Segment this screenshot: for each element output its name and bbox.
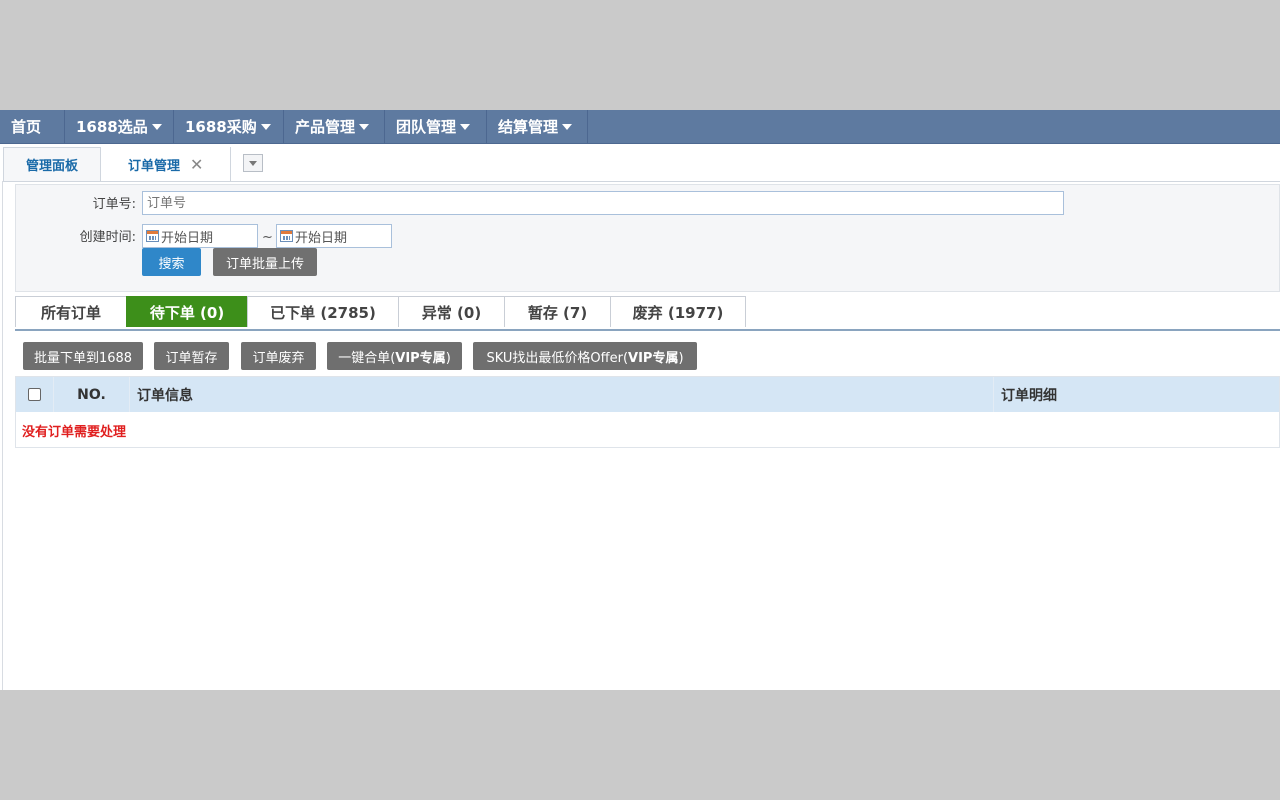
- caret-down-icon: [260, 123, 271, 130]
- order-no-input[interactable]: [142, 191, 1064, 215]
- sku-lowest-offer-suffix: ): [678, 350, 684, 366]
- hold-order-button[interactable]: 订单暂存: [154, 342, 229, 370]
- order-no-label: 订单号:: [92, 197, 136, 212]
- nav-settlement-management[interactable]: 结算管理: [487, 110, 588, 143]
- nav-home-label: 首页: [11, 118, 42, 136]
- select-all-cell: [16, 377, 54, 412]
- tab-discarded-orders[interactable]: 废弃 (1977): [610, 296, 746, 327]
- nav-1688-purchase[interactable]: 1688采购: [174, 110, 284, 143]
- nav-1688-purchase-label: 1688采购: [185, 118, 257, 136]
- calendar-icon: [146, 230, 159, 242]
- nav-team-management[interactable]: 团队管理: [385, 110, 487, 143]
- merge-orders-vip: VIP专属: [395, 350, 446, 366]
- nav-settlement-management-label: 结算管理: [498, 118, 559, 136]
- caret-down-icon: [562, 123, 573, 130]
- sku-lowest-offer-prefix: SKU找出最低价格Offer(: [486, 350, 629, 366]
- tab-pending-orders[interactable]: 待下单 (0): [126, 296, 248, 327]
- tab-dashboard[interactable]: 管理面板: [3, 147, 101, 181]
- end-date-placeholder: 开始日期: [295, 230, 348, 246]
- tab-order-management-label: 订单管理: [128, 158, 181, 174]
- nav-1688-selection[interactable]: 1688选品: [65, 110, 174, 143]
- merge-orders-prefix: 一键合单(: [338, 350, 396, 366]
- tab-all-orders[interactable]: 所有订单: [15, 296, 127, 327]
- tab-exception-orders[interactable]: 异常 (0): [398, 296, 505, 327]
- discard-order-button[interactable]: 订单废弃: [241, 342, 316, 370]
- end-date-field[interactable]: 开始日期: [276, 224, 392, 248]
- column-no: NO.: [54, 377, 130, 412]
- empty-message: 没有订单需要处理: [22, 424, 127, 440]
- orders-table: NO. 订单信息 订单明细 没有订单需要处理: [15, 376, 1280, 448]
- tab-list-dropdown-icon[interactable]: [243, 154, 263, 172]
- caret-down-icon: [151, 123, 162, 130]
- select-all-checkbox[interactable]: [28, 388, 41, 401]
- search-panel: 订单号: 创建时间: 开始日期 ~ 开始日期 搜索 订单批量上传: [15, 184, 1280, 292]
- table-header: NO. 订单信息 订单明细: [16, 377, 1279, 412]
- tab-order-management[interactable]: 订单管理 ✕: [101, 147, 231, 181]
- column-order-detail: 订单明细: [1001, 387, 1057, 404]
- nav-1688-selection-label: 1688选品: [76, 118, 148, 136]
- order-status-tabs: 所有订单 待下单 (0) 已下单 (2785) 异常 (0) 暂存 (7) 废弃…: [15, 296, 1280, 331]
- merge-orders-button[interactable]: 一键合单(VIP专属): [327, 342, 462, 370]
- close-icon[interactable]: ✕: [190, 155, 203, 174]
- search-button[interactable]: 搜索: [142, 248, 201, 276]
- start-date-placeholder: 开始日期: [161, 230, 214, 246]
- sku-lowest-offer-button[interactable]: SKU找出最低价格Offer(VIP专属): [473, 342, 697, 370]
- merge-orders-suffix: ): [445, 350, 451, 366]
- nav-team-management-label: 团队管理: [396, 118, 457, 136]
- content-border: [2, 181, 3, 690]
- caret-down-icon: [460, 123, 471, 130]
- start-date-field[interactable]: 开始日期: [142, 224, 258, 248]
- top-nav: 首页 1688选品 1688采购 产品管理 团队管理 结算管理: [0, 110, 1280, 144]
- caret-down-icon: [359, 123, 370, 130]
- date-range-separator: ~: [262, 230, 273, 245]
- page-tab-strip: 管理面板 订单管理 ✕: [3, 147, 1280, 182]
- app-window: 首页 1688选品 1688采购 产品管理 团队管理 结算管理 管理面板 订单管…: [0, 110, 1280, 690]
- nav-product-management-label: 产品管理: [295, 118, 356, 136]
- calendar-icon: [280, 230, 293, 242]
- sku-lowest-offer-vip: VIP专属: [628, 350, 679, 366]
- column-order-info: 订单信息: [130, 377, 994, 412]
- batch-upload-button[interactable]: 订单批量上传: [213, 248, 317, 276]
- tab-held-orders[interactable]: 暂存 (7): [504, 296, 611, 327]
- tab-dashboard-label: 管理面板: [25, 159, 78, 174]
- tab-placed-orders[interactable]: 已下单 (2785): [247, 296, 399, 327]
- batch-order-1688-button[interactable]: 批量下单到1688: [23, 342, 143, 370]
- created-time-label: 创建时间:: [79, 230, 136, 245]
- nav-product-management[interactable]: 产品管理: [284, 110, 385, 143]
- nav-home[interactable]: 首页: [0, 110, 65, 143]
